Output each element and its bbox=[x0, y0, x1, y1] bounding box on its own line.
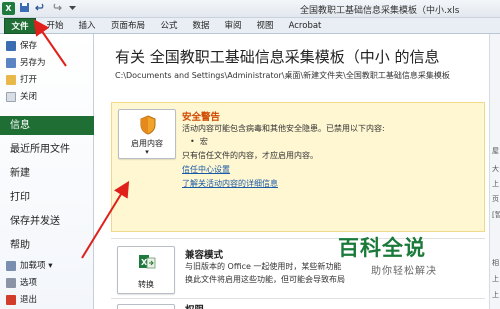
chevron-down-icon: ▾ bbox=[145, 148, 149, 156]
tab-file[interactable]: 文件 bbox=[4, 18, 36, 34]
nav-close-label: 关闭 bbox=[20, 92, 38, 102]
nav-save-label: 保存 bbox=[20, 41, 38, 51]
nav-item-new[interactable]: 新建 bbox=[0, 164, 94, 183]
trust-center-link[interactable]: 信任中心设置 bbox=[182, 164, 230, 175]
convert-icon: X bbox=[139, 255, 156, 269]
save-quick-icon[interactable] bbox=[18, 2, 31, 15]
backstage-nav: 保存 另存为 打开 关闭 信息 最近所用文件 新建 打印 保存并发送 帮助 加载… bbox=[0, 34, 94, 309]
addin-icon bbox=[6, 261, 16, 271]
file-path: C:\Documents and Settings\Administrator\… bbox=[115, 71, 450, 80]
close-icon bbox=[6, 92, 16, 102]
nav-addins[interactable]: 加载项 ▾ bbox=[6, 258, 52, 274]
pane-label: 相 bbox=[492, 259, 499, 267]
tab-formulas[interactable]: 公式 bbox=[156, 18, 182, 34]
divider bbox=[111, 238, 485, 239]
nav-exit-label: 退出 bbox=[20, 295, 38, 305]
learn-more-link[interactable]: 了解关活动内容的详细信息 bbox=[182, 178, 278, 189]
compat-text-line2: 换此文件将启用这些功能，但可能会导致布局 bbox=[185, 275, 345, 284]
tab-view[interactable]: 视图 bbox=[252, 18, 278, 34]
tab-page-layout[interactable]: 页面布局 bbox=[106, 18, 150, 34]
pane-label: 上 bbox=[492, 291, 499, 299]
watermark-title: 百科全说 bbox=[338, 236, 426, 260]
nav-close[interactable]: 关闭 bbox=[6, 89, 37, 105]
tab-review[interactable]: 审阅 bbox=[220, 18, 246, 34]
pane-label: [暂 bbox=[492, 211, 500, 219]
convert-label: 转换 bbox=[138, 280, 154, 289]
compat-mode-title: 兼容模式 bbox=[185, 250, 224, 261]
open-folder-icon bbox=[6, 75, 16, 85]
excel-logo-icon: X bbox=[2, 2, 15, 15]
enable-content-button[interactable]: 启用内容 ▾ bbox=[118, 109, 176, 159]
save-as-icon bbox=[6, 58, 16, 68]
watermark-subtitle: 助你轻松解决 bbox=[371, 266, 437, 277]
nav-open-label: 打开 bbox=[20, 75, 38, 85]
pane-label: 页 bbox=[492, 195, 499, 203]
nav-options[interactable]: 选项 bbox=[6, 275, 37, 291]
shield-icon bbox=[140, 115, 156, 135]
nav-item-info[interactable]: 信息 bbox=[0, 116, 94, 135]
nav-item-print[interactable]: 打印 bbox=[0, 188, 94, 207]
redo-icon[interactable] bbox=[50, 2, 63, 15]
tab-acrobat[interactable]: Acrobat bbox=[284, 18, 326, 34]
pane-label: 上 bbox=[492, 275, 499, 283]
nav-exit[interactable]: 退出 bbox=[6, 292, 37, 308]
compat-text-line1: 与旧版本的 Office 一起使用时，某些新功能 bbox=[185, 262, 342, 271]
quick-access-toolbar: X bbox=[2, 2, 79, 15]
nav-addins-label: 加载项 ▾ bbox=[20, 261, 53, 271]
exit-icon bbox=[6, 295, 16, 305]
title-bar: X 全国教职工基础信息采集模板（中小.xls bbox=[0, 0, 500, 18]
pane-label: 屋 bbox=[492, 147, 499, 155]
nav-options-label: 选项 bbox=[20, 278, 38, 288]
convert-button[interactable]: X 转换 bbox=[117, 246, 175, 294]
nav-save-as[interactable]: 另存为 bbox=[6, 55, 46, 71]
tab-data[interactable]: 数据 bbox=[188, 18, 214, 34]
options-icon bbox=[6, 278, 16, 288]
nav-save[interactable]: 保存 bbox=[6, 38, 37, 54]
security-warning-title: 安全警告 bbox=[182, 112, 221, 123]
pane-label: 上 bbox=[492, 180, 499, 188]
pane-label: 大 bbox=[492, 165, 499, 173]
divider bbox=[111, 298, 485, 299]
undo-icon[interactable] bbox=[34, 2, 47, 15]
security-text-line2: 只有信任文件的内容，才应启用内容。 bbox=[182, 151, 318, 160]
nav-save-as-label: 另存为 bbox=[20, 58, 46, 68]
tab-insert[interactable]: 插入 bbox=[74, 18, 100, 34]
save-icon bbox=[6, 41, 16, 51]
window-title: 全国教职工基础信息采集模板（中小.xls bbox=[300, 6, 460, 16]
nav-item-save-send[interactable]: 保存并发送 bbox=[0, 212, 94, 231]
info-title: 有关 全国教职工基础信息采集模板（中小 的信息 bbox=[115, 48, 440, 66]
tab-home[interactable]: 开始 bbox=[42, 18, 68, 34]
protect-workbook-button[interactable] bbox=[117, 304, 175, 309]
permissions-title: 权限 bbox=[185, 302, 204, 309]
security-warning-box: 启用内容 ▾ 安全警告 活动内容可能包含病毒和其他安全隐患。已禁用以下内容: •… bbox=[111, 102, 485, 232]
macro-label: 宏 bbox=[199, 137, 208, 146]
bullet-icon: • bbox=[190, 137, 200, 146]
properties-pane: 屋 大 上 页 [暂 相 上 上 bbox=[489, 34, 500, 309]
nav-item-recent[interactable]: 最近所用文件 bbox=[0, 140, 94, 159]
customize-qat-icon[interactable] bbox=[66, 2, 79, 15]
nav-open[interactable]: 打开 bbox=[6, 72, 37, 88]
nav-item-help[interactable]: 帮助 bbox=[0, 236, 94, 255]
disabled-item-macro: • 宏 bbox=[190, 136, 208, 147]
security-text-line1: 活动内容可能包含病毒和其他安全隐患。已禁用以下内容: bbox=[182, 124, 385, 133]
ribbon-tabs: 文件 开始 插入 页面布局 公式 数据 审阅 视图 Acrobat bbox=[0, 18, 500, 34]
